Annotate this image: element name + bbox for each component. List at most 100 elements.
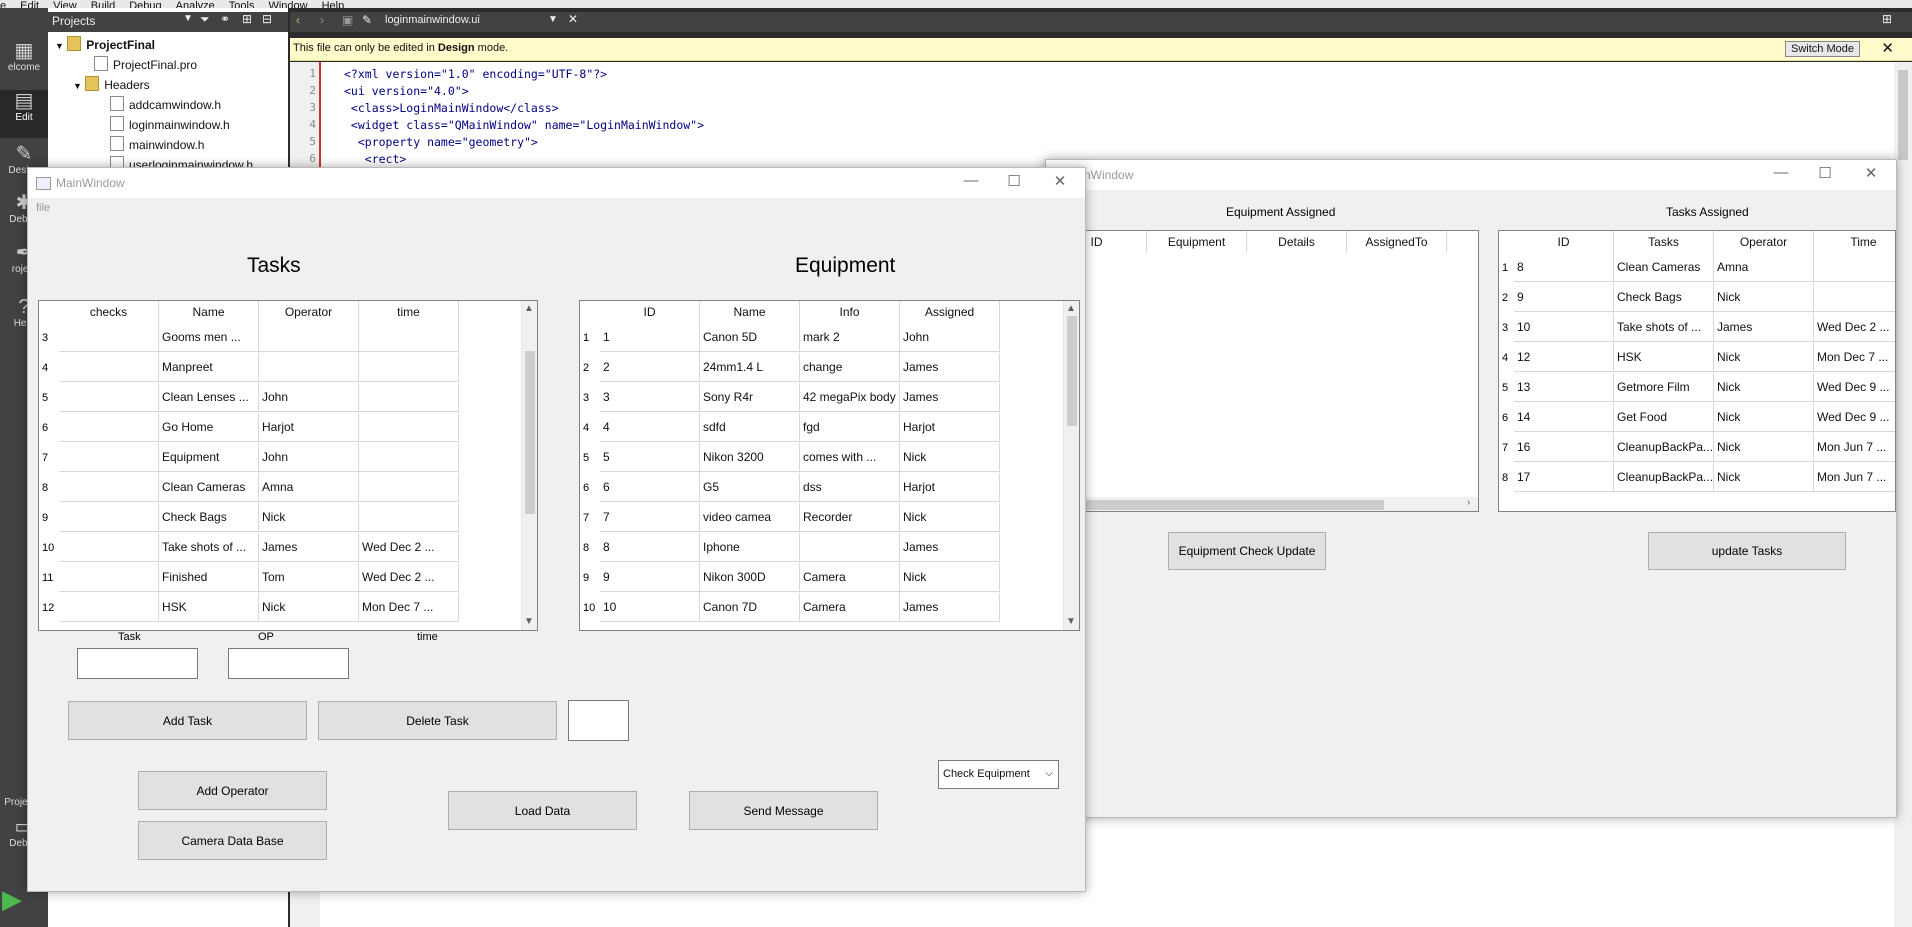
scroll-up-icon[interactable]: ▲	[524, 303, 534, 314]
table-cell[interactable]: John	[259, 443, 359, 472]
table-cell[interactable]: 17	[1514, 463, 1614, 492]
table-row[interactable]: 1 8 Clean Cameras Amna	[1499, 253, 1895, 283]
menu-item[interactable]: Build	[91, 0, 115, 8]
table-cell[interactable]: 3	[600, 383, 700, 412]
table-cell[interactable]: Nick	[1714, 403, 1814, 432]
editor-scroll-thumb[interactable]	[1898, 70, 1908, 160]
table-cell[interactable]	[359, 503, 459, 532]
table-row[interactable]: 7 16 CleanupBackPa... Nick Mon Jun 7 ...	[1499, 433, 1895, 463]
table-cell[interactable]: Clean Cameras	[1614, 253, 1714, 282]
table-cell[interactable]: 8	[1514, 253, 1614, 282]
table-cell[interactable]: Clean Cameras	[159, 473, 259, 502]
chevron-down-icon[interactable]: ▼	[548, 14, 558, 25]
close-icon[interactable]: ✕	[1881, 39, 1894, 57]
table-row[interactable]: 5 13 Getmore Film Nick Wed Dec 9 ...	[1499, 373, 1895, 403]
table-row[interactable]: 3 3 Sony R4r 42 megaPix body James	[580, 383, 1000, 413]
table-row[interactable]: 2 9 Check Bags Nick	[1499, 283, 1895, 313]
column-header[interactable]: ID	[1514, 231, 1614, 253]
table-row[interactable]: 6 14 Get Food Nick Wed Dec 9 ...	[1499, 403, 1895, 433]
table-cell[interactable]: Mon Dec 7 ...	[1814, 343, 1895, 372]
table-cell[interactable]: 4	[600, 413, 700, 442]
column-header[interactable]: AssignedTo	[1347, 231, 1447, 253]
table-cell[interactable]: Nick	[1714, 373, 1814, 402]
table-cell[interactable]: John	[259, 383, 359, 412]
table-cell[interactable]: Take shots of ...	[159, 533, 259, 562]
column-header[interactable]: Time	[1814, 231, 1895, 253]
column-header[interactable]: Name	[700, 301, 800, 323]
table-cell[interactable]: 24mm1.4 L	[700, 353, 800, 382]
equipment-table[interactable]: ID Name Info Assigned ▲ ▼ 1 1 Canon 5D mark…	[579, 300, 1080, 631]
menu-item[interactable]: Help	[322, 0, 345, 8]
table-cell[interactable]: Manpreet	[159, 353, 259, 382]
table-row[interactable]: 4 Manpreet	[39, 353, 459, 383]
tree-file[interactable]: loginmainwindow.h	[110, 116, 230, 132]
table-cell[interactable]: Tom	[259, 563, 359, 592]
equipment-assigned-table[interactable]: ID Equipment Details AssignedTo ›	[1046, 230, 1479, 512]
check-equipment-combo[interactable]: Check Equipment ⌵	[938, 760, 1059, 789]
table-row[interactable]: 9 Check Bags Nick	[39, 503, 459, 533]
table-row[interactable]: 8 Clean Cameras Amna	[39, 473, 459, 503]
table-cell[interactable]: Iphone	[700, 533, 800, 562]
table-row[interactable]: 6 6 G5 dss Harjot	[580, 473, 1000, 503]
menu-item[interactable]: Edit	[20, 0, 39, 8]
table-cell[interactable]: James	[1714, 313, 1814, 342]
table-cell[interactable]: Camera	[800, 563, 900, 592]
table-cell[interactable]: Take shots of ...	[1614, 313, 1714, 342]
table-cell[interactable]: Nick	[1714, 433, 1814, 462]
table-cell[interactable]: 8	[600, 533, 700, 562]
chevron-down-icon[interactable]: ▼	[183, 13, 193, 24]
link-icon[interactable]: ⚭	[220, 12, 230, 26]
expand-icon[interactable]: ▼	[55, 41, 64, 51]
split-icon[interactable]: ⊞	[242, 12, 252, 26]
table-row[interactable]: 1 1 Canon 5D mark 2 John	[580, 323, 1000, 353]
table-cell[interactable]: Harjot	[900, 413, 1000, 442]
table-cell[interactable]	[359, 323, 459, 352]
table-cell[interactable]: 2	[600, 353, 700, 382]
projects-selector[interactable]: Projects	[52, 14, 95, 28]
table-cell[interactable]: Check Bags	[159, 503, 259, 532]
vertical-scrollbar[interactable]: ▲ ▼	[521, 301, 537, 630]
table-row[interactable]: 12 HSK Nick Mon Dec 7 ...	[39, 593, 459, 623]
column-header[interactable]: Equipment	[1147, 231, 1247, 253]
column-header[interactable]: time	[359, 301, 459, 323]
table-cell[interactable]: Amna	[1714, 253, 1814, 282]
run-icon[interactable]: ▶	[2, 884, 22, 915]
maximize-icon[interactable]: ☐	[1813, 164, 1837, 182]
column-header[interactable]: checks	[59, 301, 159, 323]
table-row[interactable]: 5 Clean Lenses ... John	[39, 383, 459, 413]
table-cell[interactable]: Amna	[259, 473, 359, 502]
table-cell[interactable]: Canon 7D	[700, 593, 800, 622]
table-cell[interactable]: Gooms men ...	[159, 323, 259, 352]
table-cell[interactable]: Nick	[900, 443, 1000, 472]
tree-file[interactable]: addcamwindow.h	[110, 96, 221, 112]
table-cell[interactable]: Nikon 3200	[700, 443, 800, 472]
table-cell[interactable]	[59, 443, 159, 472]
table-cell[interactable]: Nick	[900, 563, 1000, 592]
tree-headers[interactable]: ▼ Headers	[73, 76, 150, 92]
table-cell[interactable]: Canon 5D	[700, 323, 800, 352]
table-cell[interactable]: Check Bags	[1614, 283, 1714, 312]
table-cell[interactable]: James	[900, 353, 1000, 382]
table-cell[interactable]: Recorder	[800, 503, 900, 532]
table-row[interactable]: 3 10 Take shots of ... James Wed Dec 2 ...	[1499, 313, 1895, 343]
table-cell[interactable]: 14	[1514, 403, 1614, 432]
close-pane-icon[interactable]: ⊟	[262, 12, 272, 26]
table-cell[interactable]	[359, 353, 459, 382]
equipment-check-update-button[interactable]: Equipment Check Update	[1168, 532, 1326, 570]
table-cell[interactable]: John	[900, 323, 1000, 352]
table-cell[interactable]	[359, 383, 459, 412]
table-cell[interactable]	[259, 323, 359, 352]
table-cell[interactable]	[59, 353, 159, 382]
table-cell[interactable]: Go Home	[159, 413, 259, 442]
menu-item[interactable]: View	[53, 0, 77, 8]
close-icon[interactable]: ✕	[1048, 172, 1072, 190]
mode-edit[interactable]: ▤ Edit	[0, 90, 48, 138]
table-cell[interactable]: Wed Dec 2 ...	[359, 533, 459, 562]
table-cell[interactable]	[59, 383, 159, 412]
table-cell[interactable]: HSK	[1614, 343, 1714, 372]
table-cell[interactable]	[1814, 283, 1895, 312]
table-row[interactable]: 2 2 24mm1.4 Lchange James	[580, 353, 1000, 383]
switch-mode-button[interactable]: Switch Mode	[1785, 41, 1860, 57]
editor-tab[interactable]: loginmainwindow.ui	[385, 14, 480, 26]
menu-item[interactable]: Window	[268, 0, 307, 8]
